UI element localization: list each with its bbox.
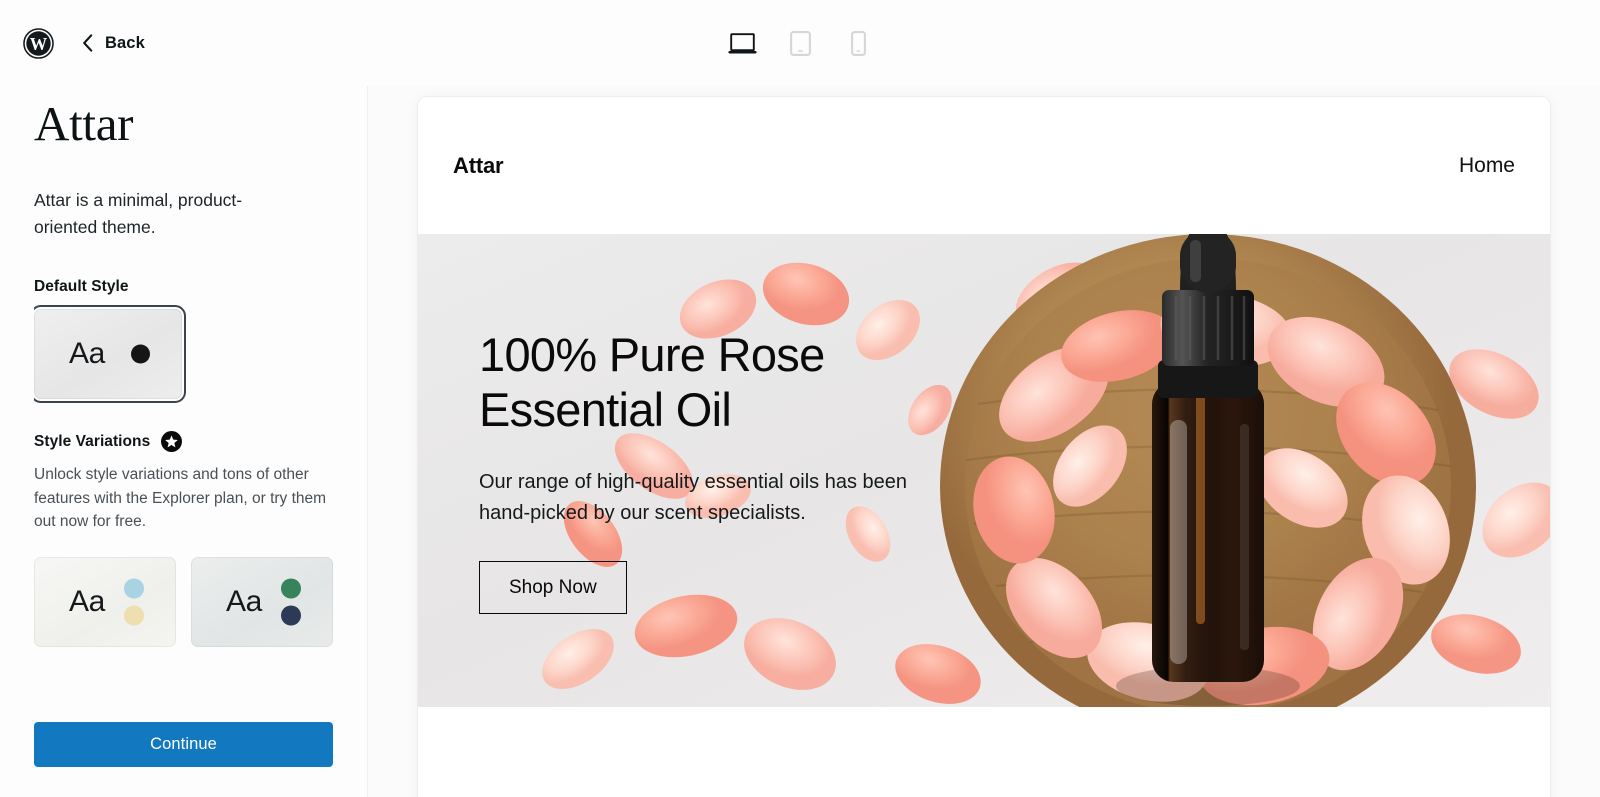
- desktop-icon: [727, 32, 757, 53]
- device-toggle-group: [0, 0, 1600, 86]
- style-variations-header: Style Variations: [34, 431, 333, 453]
- style-variation-card-1[interactable]: Aa: [34, 557, 176, 648]
- style-variation-grid: Aa Aa: [34, 557, 333, 648]
- back-button-label: Back: [105, 33, 145, 52]
- theme-preview-pane: Attar Home 100% Pure Rose Essential Oil …: [368, 86, 1600, 797]
- tablet-icon: [789, 30, 811, 56]
- theme-preview-frame: Attar Home 100% Pure Rose Essential Oil …: [418, 97, 1550, 797]
- default-style-swatches: [131, 344, 150, 364]
- preview-hero-section: 100% Pure Rose Essential Oil Our range o…: [418, 234, 1550, 707]
- device-toggle-mobile[interactable]: [835, 20, 881, 66]
- top-bar-left: W Back: [0, 27, 149, 59]
- style-variations-section: Style Variations Unlock style variations…: [34, 431, 333, 648]
- color-swatch: [281, 605, 301, 626]
- body-split: Attar Attar is a minimal, product-orient…: [0, 86, 1600, 797]
- style-variation-card-2[interactable]: Aa: [191, 557, 333, 648]
- color-swatch: [124, 605, 144, 626]
- preview-site-header: Attar Home: [418, 97, 1550, 234]
- device-toggle-desktop[interactable]: [719, 20, 765, 66]
- theme-description: Attar is a minimal, product-oriented the…: [34, 189, 243, 237]
- color-swatch: [281, 578, 301, 599]
- chevron-left-icon: [83, 34, 93, 52]
- mobile-icon: [850, 30, 866, 56]
- theme-picker-screen: W Back Attar Attar is a minimal, product…: [0, 0, 1600, 797]
- default-style-section: Default Style Aa: [34, 278, 333, 404]
- style-variations-description: Unlock style variations and tons of othe…: [34, 466, 327, 530]
- premium-star-icon: [161, 431, 183, 453]
- sidebar-content: Attar Attar is a minimal, product-orient…: [34, 86, 333, 696]
- wordpress-logo-icon[interactable]: W: [23, 27, 54, 59]
- style-variation-card-2-text: Aa: [226, 585, 262, 619]
- theme-title: Attar: [34, 96, 134, 151]
- style-variations-label: Style Variations: [34, 432, 151, 450]
- color-swatch: [124, 578, 144, 599]
- top-bar: W Back: [0, 0, 1600, 86]
- sidebar-footer: Continue: [34, 696, 333, 797]
- default-style-card[interactable]: Aa: [34, 305, 186, 404]
- svg-text:W: W: [30, 33, 48, 53]
- continue-button[interactable]: Continue: [34, 722, 333, 767]
- theme-sidebar: Attar Attar is a minimal, product-orient…: [0, 86, 368, 797]
- preview-site-title: Attar: [453, 152, 504, 178]
- hero-heading: 100% Pure Rose Essential Oil: [479, 328, 825, 436]
- style-variation-1-swatches: [124, 578, 144, 626]
- style-variation-card-1-text: Aa: [69, 585, 105, 619]
- preview-nav-item-home[interactable]: Home: [1459, 154, 1515, 178]
- default-style-label: Default Style: [34, 278, 129, 296]
- hero-content: 100% Pure Rose Essential Oil Our range o…: [479, 328, 999, 615]
- device-toggle-tablet[interactable]: [777, 20, 823, 66]
- hero-shop-now-button[interactable]: Shop Now: [479, 561, 627, 615]
- hero-subtext: Our range of high-quality essential oils…: [479, 470, 908, 524]
- back-button[interactable]: Back: [78, 28, 149, 59]
- color-swatch: [131, 344, 150, 364]
- default-style-card-text: Aa: [69, 337, 105, 371]
- style-variation-2-swatches: [281, 578, 301, 626]
